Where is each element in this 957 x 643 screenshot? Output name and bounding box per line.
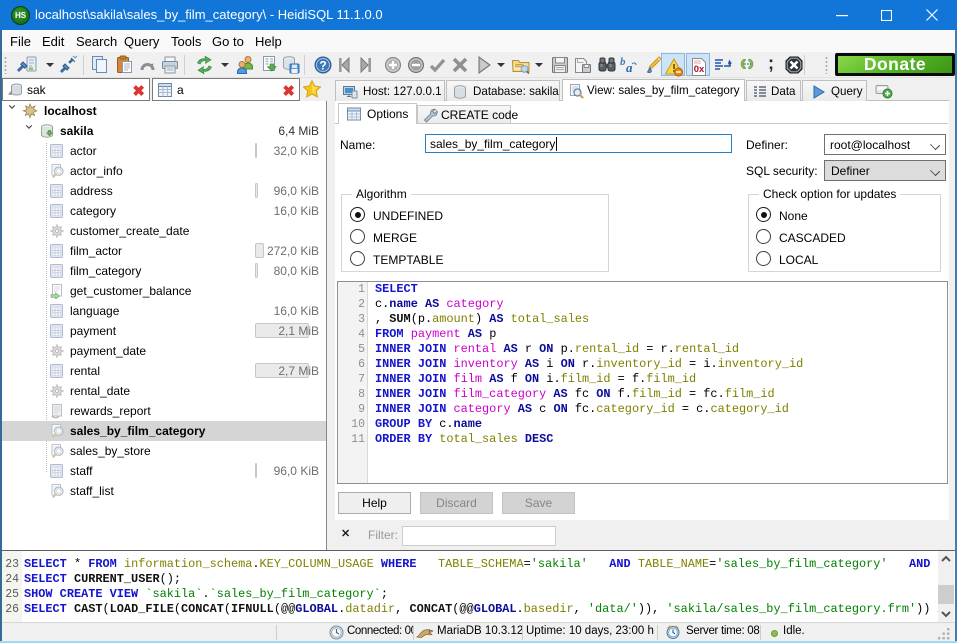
svg-text:a: a [626, 60, 633, 75]
svg-text:0x: 0x [694, 64, 705, 75]
svg-text:?: ? [319, 59, 326, 73]
